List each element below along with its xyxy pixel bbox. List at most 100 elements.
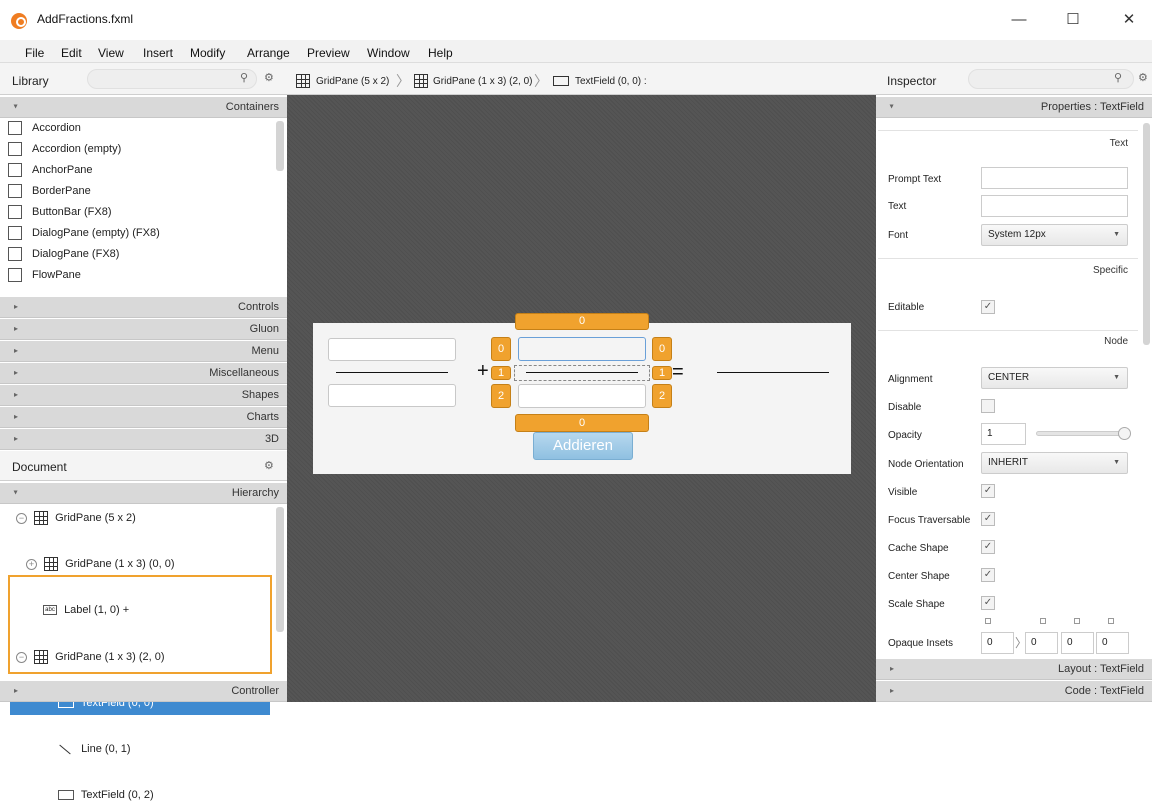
inspector-scrollbar[interactable] xyxy=(1143,123,1150,345)
library-item-dialogpane-empty[interactable]: DialogPane (empty) (FX8) xyxy=(8,223,273,244)
node-orientation-select[interactable]: INHERIT ▼ xyxy=(981,452,1128,474)
plus-label[interactable]: + xyxy=(477,360,489,383)
controls-section[interactable]: ▸ Controls xyxy=(0,297,287,318)
row-index-2-left[interactable]: 2 xyxy=(491,384,511,408)
column-index-footer[interactable]: 0 xyxy=(515,414,649,432)
section-text: Text xyxy=(1109,138,1128,149)
gear-icon[interactable]: ⚙ xyxy=(264,71,274,84)
library-item-label: DialogPane (empty) (FX8) xyxy=(32,227,160,239)
editable-checkbox[interactable]: ✓ xyxy=(981,300,995,314)
row-index-1-right[interactable]: 1 xyxy=(652,366,672,380)
collapse-icon[interactable]: − xyxy=(16,512,27,524)
menu-file[interactable]: File xyxy=(25,46,44,60)
breadcrumb-gridpane-root[interactable]: GridPane (5 x 2) xyxy=(316,76,389,87)
tree-item-line-0-1[interactable]: Line (0, 1) xyxy=(58,738,270,761)
library-item-accordion-empty[interactable]: Accordion (empty) xyxy=(8,139,273,160)
library-item-dialogpane[interactable]: DialogPane (FX8) xyxy=(8,244,273,265)
opacity-slider-thumb[interactable] xyxy=(1118,427,1131,440)
node-orientation-value: INHERIT xyxy=(988,457,1028,468)
library-item-flowpane[interactable]: FlowPane xyxy=(8,265,273,286)
equals-label[interactable]: = xyxy=(672,361,684,384)
line-icon xyxy=(59,744,71,754)
shapes-section[interactable]: ▸ Shapes xyxy=(0,385,287,406)
gluon-section[interactable]: ▸ Gluon xyxy=(0,319,287,340)
opacity-field[interactable]: 1 xyxy=(981,423,1026,445)
denominator-left-field[interactable] xyxy=(328,384,456,407)
prompt-text-field[interactable] xyxy=(981,167,1128,189)
3d-section[interactable]: ▸ 3D xyxy=(0,429,287,450)
alignment-select[interactable]: CENTER ▼ xyxy=(981,367,1128,389)
row-index-0-right[interactable]: 0 xyxy=(652,337,672,361)
opacity-slider-track[interactable] xyxy=(1036,431,1126,436)
properties-section[interactable]: ▸ Properties : TextField xyxy=(876,97,1152,118)
menu-modify[interactable]: Modify xyxy=(190,46,225,60)
charts-section[interactable]: ▸ Charts xyxy=(0,407,287,428)
inspector-search-input[interactable] xyxy=(968,69,1134,89)
inset-left-field[interactable]: 0 xyxy=(1096,632,1129,654)
inset-value: 0 xyxy=(1031,637,1037,648)
document-scrollbar[interactable] xyxy=(276,507,284,632)
close-button[interactable]: ✕ xyxy=(1106,8,1152,32)
library-item-accordion[interactable]: Accordion xyxy=(8,118,273,139)
inspector-title: Inspector xyxy=(887,74,937,88)
menu-arrange[interactable]: Arrange xyxy=(247,46,290,60)
inset-top-field[interactable]: 0 xyxy=(981,632,1014,654)
tree-item-gridpane-root[interactable]: − GridPane (5 x 2) xyxy=(16,507,271,530)
numerator-left-field[interactable] xyxy=(328,338,456,361)
menu-window[interactable]: Window xyxy=(367,46,410,60)
menu-edit[interactable]: Edit xyxy=(61,46,82,60)
containers-section[interactable]: ▸ Containers xyxy=(0,97,287,118)
menu-view[interactable]: View xyxy=(98,46,124,60)
tree-item-textfield-0-2[interactable]: TextField (0, 2) xyxy=(58,784,270,807)
menu-insert[interactable]: Insert xyxy=(143,46,173,60)
inset-right-field[interactable]: 0 xyxy=(1025,632,1058,654)
button-bar-icon xyxy=(8,205,22,219)
inset-bottom-field[interactable]: 0 xyxy=(1061,632,1094,654)
row-index-2-right[interactable]: 2 xyxy=(652,384,672,408)
breadcrumb-textfield[interactable]: TextField (0, 0) : xyxy=(575,76,647,87)
gear-icon[interactable]: ⚙ xyxy=(1138,71,1148,84)
accordion-icon xyxy=(8,121,22,135)
library-item-anchorpane[interactable]: AnchorPane xyxy=(8,160,273,181)
inset-bottom-icon xyxy=(1074,618,1080,624)
misc-section[interactable]: ▸ Miscellaneous xyxy=(0,363,287,384)
center-shape-checkbox[interactable]: ✓ xyxy=(981,568,995,582)
tree-item-gridpane-2-0[interactable]: − GridPane (1 x 3) (2, 0) xyxy=(16,646,271,669)
breadcrumb-gridpane-2-0[interactable]: GridPane (1 x 3) (2, 0) xyxy=(433,76,532,87)
visible-checkbox[interactable]: ✓ xyxy=(981,484,995,498)
gear-icon[interactable]: ⚙ xyxy=(264,459,274,472)
opaque-insets-label: Opaque Insets xyxy=(888,638,954,649)
library-scrollbar[interactable] xyxy=(276,121,284,171)
hierarchy-section[interactable]: ▸ Hierarchy xyxy=(0,483,287,504)
row-index-0-left[interactable]: 0 xyxy=(491,337,511,361)
library-item-buttonbar[interactable]: ButtonBar (FX8) xyxy=(8,202,273,223)
focus-traversable-checkbox[interactable]: ✓ xyxy=(981,512,995,526)
opacity-value: 1 xyxy=(987,428,993,439)
library-list: Accordion Accordion (empty) AnchorPane B… xyxy=(8,118,273,294)
line-cell-outline xyxy=(514,365,650,381)
maximize-button[interactable]: ☐ xyxy=(1050,8,1096,32)
tree-item-gridpane-0-0[interactable]: + GridPane (1 x 3) (0, 0) xyxy=(26,553,271,576)
minimize-button[interactable]: — xyxy=(996,8,1042,32)
column-index-header[interactable]: 0 xyxy=(515,313,649,330)
menu-section[interactable]: ▸ Menu xyxy=(0,341,287,362)
selected-textfield[interactable] xyxy=(518,337,646,361)
code-section[interactable]: ▸ Code : TextField xyxy=(876,681,1152,702)
controller-section[interactable]: ▸ Controller xyxy=(0,681,287,702)
expand-icon[interactable]: + xyxy=(26,558,37,570)
library-item-borderpane[interactable]: BorderPane xyxy=(8,181,273,202)
menu-help[interactable]: Help xyxy=(428,46,453,60)
scale-shape-checkbox[interactable]: ✓ xyxy=(981,596,995,610)
collapse-icon[interactable]: − xyxy=(16,651,27,663)
menu-preview[interactable]: Preview xyxy=(307,46,350,60)
layout-section[interactable]: ▸ Layout : TextField xyxy=(876,659,1152,680)
disable-checkbox[interactable] xyxy=(981,399,995,413)
chevron-down-icon: ▼ xyxy=(1113,459,1120,466)
text-field[interactable] xyxy=(981,195,1128,217)
font-select[interactable]: System 12px ▼ xyxy=(981,224,1128,246)
denominator-middle-field[interactable] xyxy=(518,384,646,408)
row-index-1-left[interactable]: 1 xyxy=(491,366,511,380)
library-search-input[interactable] xyxy=(87,69,257,89)
cache-shape-checkbox[interactable]: ✓ xyxy=(981,540,995,554)
addieren-button[interactable]: Addieren xyxy=(533,432,633,460)
